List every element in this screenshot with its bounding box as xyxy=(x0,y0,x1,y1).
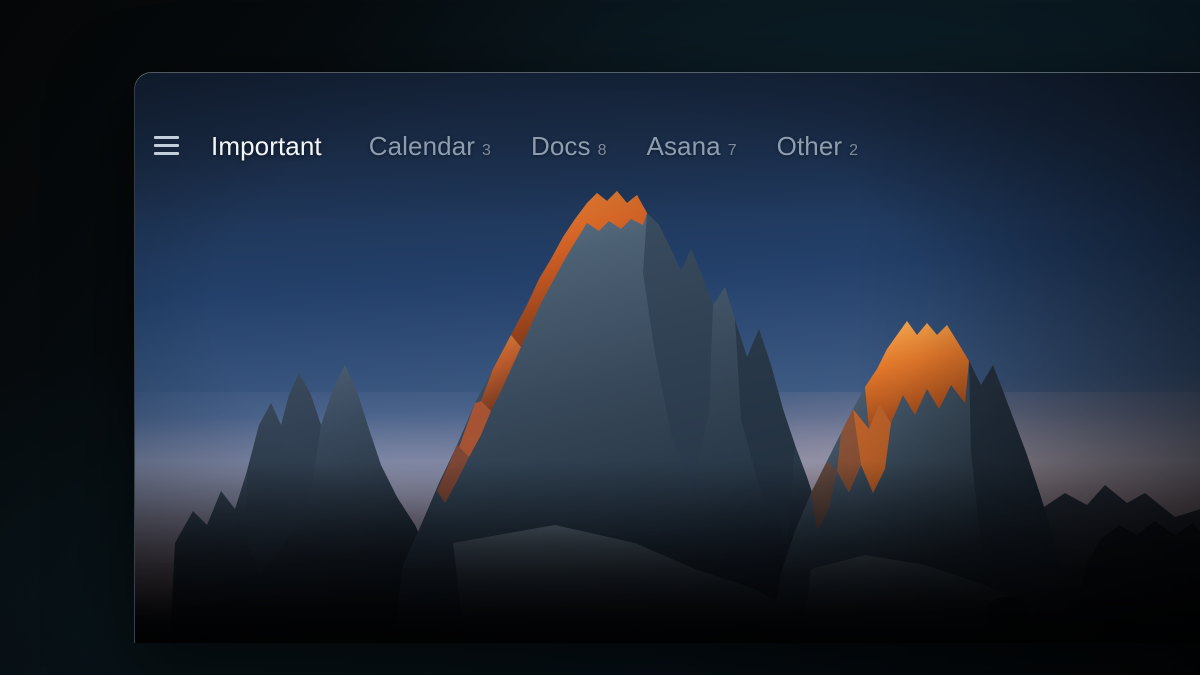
tab-important[interactable]: Important xyxy=(211,133,329,159)
app-window: Important Calendar 3 Docs 8 Asana 7 Othe… xyxy=(135,73,1200,643)
desktop-background: Important Calendar 3 Docs 8 Asana 7 Othe… xyxy=(0,0,1200,675)
toolbar: Important Calendar 3 Docs 8 Asana 7 Othe… xyxy=(135,73,1200,218)
tab-important-label: Important xyxy=(211,130,322,161)
tab-asana-label: Asana xyxy=(646,130,721,161)
tab-asana-count: 7 xyxy=(727,141,737,159)
hamburger-menu-button[interactable] xyxy=(144,124,188,168)
tab-docs[interactable]: Docs 8 xyxy=(531,133,607,159)
tab-calendar[interactable]: Calendar 3 xyxy=(369,133,491,159)
hamburger-menu-icon-bar-3 xyxy=(153,152,179,155)
tab-docs-label: Docs xyxy=(530,130,591,161)
tab-bar: Important Calendar 3 Docs 8 Asana 7 Othe… xyxy=(211,133,858,159)
hamburger-menu-icon-bar-1 xyxy=(153,136,179,139)
tab-other-label: Other xyxy=(776,130,843,161)
tab-docs-count: 8 xyxy=(597,141,607,159)
tab-calendar-count: 3 xyxy=(482,141,491,159)
tab-other-count: 2 xyxy=(849,141,859,159)
hamburger-menu-icon-bar-2 xyxy=(153,144,179,147)
tab-asana[interactable]: Asana 7 xyxy=(647,133,737,159)
tab-other[interactable]: Other 2 xyxy=(777,133,858,159)
tab-calendar-label: Calendar xyxy=(368,130,476,161)
